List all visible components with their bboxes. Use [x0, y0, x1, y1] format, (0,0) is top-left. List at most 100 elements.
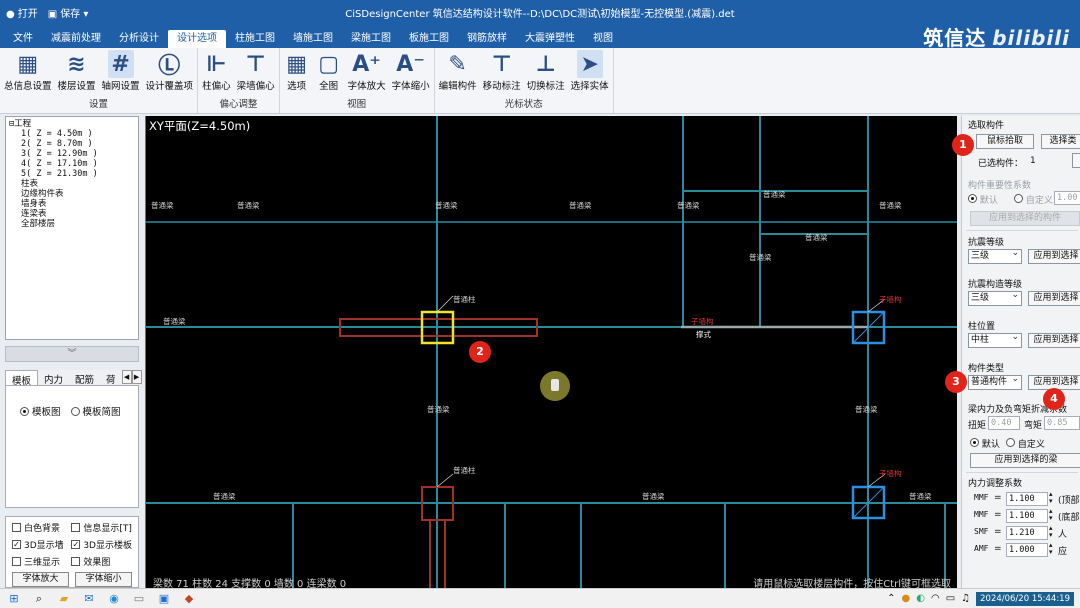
left-tab[interactable]: 模板	[5, 370, 39, 387]
panel-collapse-bar[interactable]: ︾	[5, 346, 139, 362]
importance-input[interactable]: 1.00	[1054, 191, 1080, 205]
display-checkbox[interactable]: ✓ 3D显示墙	[12, 538, 71, 551]
ribbon-button[interactable]: ⊩ 柱偏心	[200, 48, 233, 96]
menu-tab[interactable]: 梁施工图	[342, 30, 400, 48]
display-checkbox[interactable]: 三维显示	[12, 555, 71, 568]
spinner-icon[interactable]: ▴ ▾	[1049, 491, 1053, 505]
tree-item[interactable]: 全部楼层	[9, 219, 135, 229]
save-button[interactable]: ▣ 保存 ▾	[48, 5, 89, 20]
apply-column-position-button[interactable]: 应用到选择	[1028, 333, 1080, 348]
apply-seismic-structural-button[interactable]: 应用到选择	[1028, 291, 1080, 306]
font-increase-button[interactable]: 字体放大	[12, 572, 69, 587]
left-tab[interactable]: 荷	[100, 370, 122, 386]
display-checkbox[interactable]: 白色背景	[12, 521, 71, 534]
search-icon[interactable]: ⌕	[28, 590, 50, 608]
ribbon-button[interactable]: ⊥ 切换标注	[525, 48, 567, 96]
template-view-radio[interactable]: 模板简图	[70, 404, 121, 418]
edge-browser-icon[interactable]: ◉	[103, 590, 125, 608]
spinner-icon[interactable]: ▴ ▾	[1049, 542, 1053, 556]
ribbon-button[interactable]: # 轴网设置	[100, 48, 142, 96]
tray-vpn-icon[interactable]: ◐	[916, 593, 925, 604]
ribbon-button[interactable]: ⊤ 移动标注	[481, 48, 523, 96]
spinner-icon[interactable]: ▴ ▾	[1049, 525, 1053, 539]
clock[interactable]: 2024/06/20 15:44:19	[976, 591, 1074, 606]
beam-default-radio[interactable]: 默认	[970, 437, 1000, 450]
ribbon-button[interactable]: Ⓛ 设计覆盖项	[144, 48, 196, 96]
open-button[interactable]: ● 打开	[6, 5, 38, 20]
ribbon-button[interactable]: ⊤ 梁墙偏心	[235, 48, 277, 96]
app-window-icon[interactable]: ▭	[128, 590, 150, 608]
apply-beam-button[interactable]: 应用到选择的梁	[970, 453, 1080, 468]
moment-input[interactable]: 0.85	[1044, 416, 1080, 430]
mail-icon[interactable]: ✉	[78, 590, 100, 608]
coeff-input[interactable]: 1.000	[1006, 543, 1048, 557]
ribbon-button[interactable]: ▦ 选项	[282, 48, 312, 96]
tree-item[interactable]: 柱表	[9, 179, 135, 189]
image-viewer-icon[interactable]: ▣	[153, 590, 175, 608]
menu-tab[interactable]: 板施工图	[400, 30, 458, 48]
member-type-select[interactable]: 普通构件	[968, 373, 1022, 390]
structural-plan[interactable]: 普通梁 普通梁 普通梁 普通梁 普通梁 普通梁普通梁普通梁普通梁普通梁普通柱子墙构撑式子墙…	[145, 116, 957, 588]
display-checkbox[interactable]: 效果图	[71, 555, 132, 568]
tree-root[interactable]: 工程	[14, 119, 31, 129]
coeff-input[interactable]: 1.100	[1006, 509, 1048, 523]
apply-importance-button[interactable]: 应用到选择的构件	[970, 211, 1080, 226]
tree-floor-item[interactable]: 1( Z = 4.50m )	[9, 129, 135, 139]
ribbon-button[interactable]: ➤ 选择实体	[569, 48, 611, 96]
mouse-pick-button[interactable]: 鼠标拾取	[976, 134, 1034, 149]
menu-tab[interactable]: 设计选项	[168, 30, 226, 48]
tree-floor-item[interactable]: 3( Z = 12.90m )	[9, 149, 135, 159]
file-explorer-icon[interactable]: ▰	[53, 590, 75, 608]
spinner-icon[interactable]: ▴ ▾	[1049, 508, 1053, 522]
tab-scroll-right-icon[interactable]: ▶	[131, 370, 142, 384]
ribbon-button[interactable]: A⁻ 字体缩小	[390, 48, 432, 96]
coeff-input[interactable]: 1.100	[1006, 492, 1048, 506]
left-tab[interactable]: 内力	[38, 370, 69, 386]
tree-item[interactable]: 连梁表	[9, 209, 135, 219]
tree-item[interactable]: 边缘构件表	[9, 189, 135, 199]
ribbon-button[interactable]: ≋ 楼层设置	[56, 48, 98, 96]
torsion-input[interactable]: 0.40	[988, 416, 1020, 430]
apply-seismic-grade-button[interactable]: 应用到选择	[1028, 249, 1080, 264]
seismic-structural-select[interactable]: 三级	[968, 289, 1022, 306]
ribbon-button[interactable]: ▢ 全图	[314, 48, 344, 96]
importance-custom-radio[interactable]: 自定义	[1014, 193, 1053, 206]
volume-icon[interactable]: ♫	[961, 593, 970, 604]
battery-icon[interactable]: ▭	[946, 593, 955, 604]
windows-start-icon[interactable]: ⊞	[3, 590, 25, 608]
menu-tab[interactable]: 钢筋放样	[458, 30, 516, 48]
importance-default-radio[interactable]: 默认	[968, 193, 998, 206]
tray-app-icon[interactable]: ●	[902, 593, 911, 604]
ribbon-button[interactable]: ✎ 编辑构件	[437, 48, 479, 96]
font-decrease-button[interactable]: 字体缩小	[75, 572, 132, 587]
menu-tab[interactable]: 减震前处理	[42, 30, 110, 48]
tree-item[interactable]: 墙身表	[9, 199, 135, 209]
seismic-grade-select[interactable]: 三级	[968, 247, 1022, 264]
coeff-input[interactable]: 1.210	[1006, 526, 1048, 540]
tray-chevron-icon[interactable]: ⌃	[887, 593, 895, 604]
ribbon-button[interactable]: A⁺ 字体放大	[346, 48, 388, 96]
plan-canvas[interactable]: 普通梁 普通梁 普通梁 普通梁 普通梁 普通梁 普通梁 普通梁 普通梁 普通梁 普通柱 子墙构 撑式 子墙…	[145, 116, 957, 588]
left-tab[interactable]: 配筋	[69, 370, 100, 386]
tree-floor-item[interactable]: 5( Z = 21.30m )	[9, 169, 135, 179]
project-tree[interactable]: ⊟工程 1( Z = 4.50m ) 2( Z = 8.70m ) 3( Z = 12…	[5, 116, 139, 340]
template-view-radio[interactable]: 模板图	[20, 404, 61, 418]
menu-tab[interactable]: 柱施工图	[226, 30, 284, 48]
powerpoint-icon[interactable]: ◆	[178, 590, 200, 608]
column-position-select[interactable]: 中柱	[968, 331, 1022, 348]
tree-floor-item[interactable]: 4( Z = 17.10m )	[9, 159, 135, 169]
menu-tab[interactable]: 文件	[4, 30, 42, 48]
display-checkbox[interactable]: 信息显示[T]	[71, 521, 132, 534]
display-checkbox[interactable]: ✓ 3D显示楼板	[71, 538, 132, 551]
menu-tab[interactable]: 大震弹塑性	[516, 30, 584, 48]
tab-scroll-left-icon[interactable]: ◀	[121, 370, 132, 384]
select-type-button[interactable]: 选择类	[1041, 134, 1080, 149]
ribbon-button[interactable]: ▦ 总信息设置	[2, 48, 54, 96]
menu-tab[interactable]: 视图	[584, 30, 622, 48]
tree-floor-item[interactable]: 2( Z = 8.70m )	[9, 139, 135, 149]
selected-detail-button[interactable]	[1072, 153, 1080, 168]
wifi-icon[interactable]: ◠	[931, 593, 940, 604]
menu-tab[interactable]: 分析设计	[110, 30, 168, 48]
quick-access-dropdown-icon[interactable]: ▾	[83, 9, 88, 20]
beam-custom-radio[interactable]: 自定义	[1006, 437, 1045, 450]
